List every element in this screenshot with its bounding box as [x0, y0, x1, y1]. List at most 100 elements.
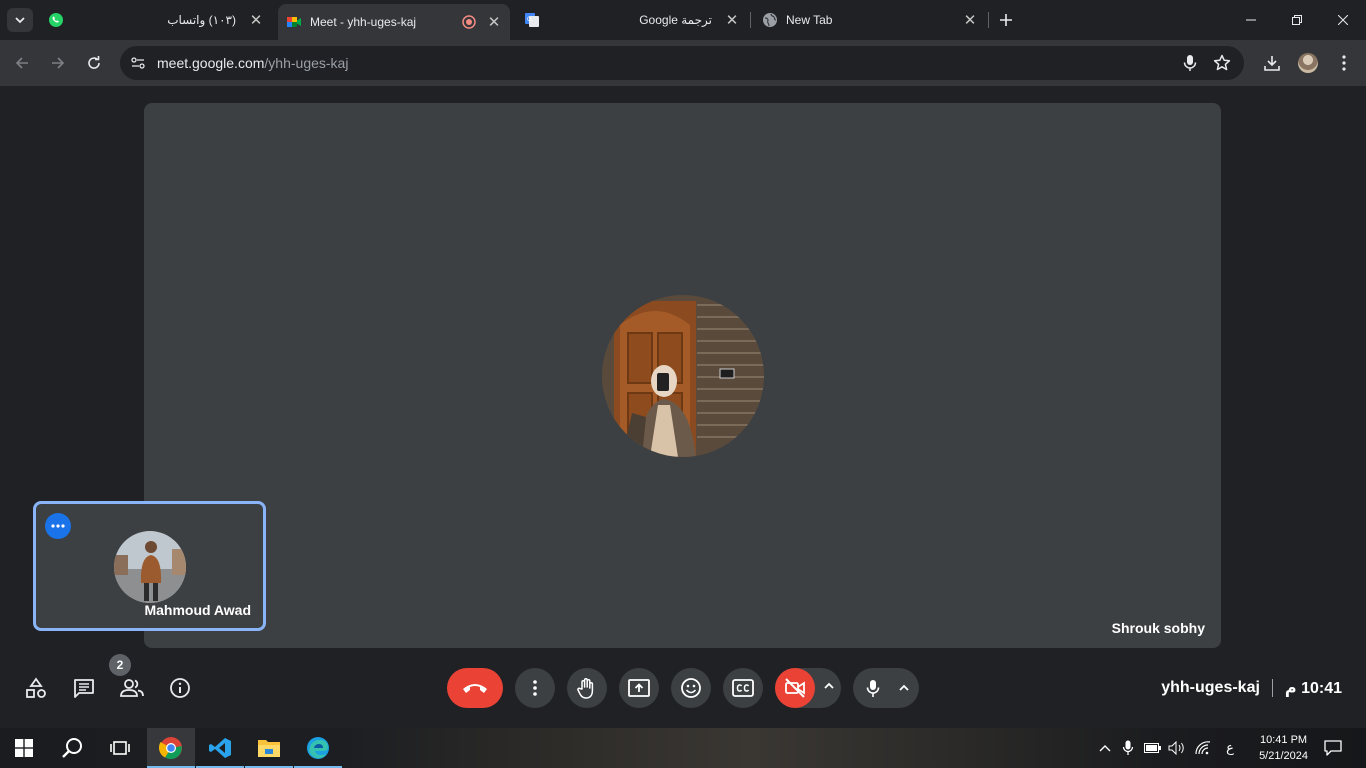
plus-icon [1000, 14, 1012, 26]
edge-icon [307, 737, 329, 759]
tab-separator [988, 12, 989, 28]
system-time: 10:41 PM [1259, 734, 1308, 746]
taskbar-vscode[interactable] [196, 728, 244, 768]
address-bar[interactable]: meet.google.com/yhh-uges-kaj [120, 46, 1244, 80]
search-button[interactable] [48, 728, 96, 768]
new-tab-button[interactable] [994, 8, 1018, 32]
system-date: 5/21/2024 [1259, 750, 1308, 762]
taskbar-chrome[interactable] [147, 728, 195, 768]
mic-options-button[interactable] [898, 682, 910, 694]
start-button[interactable] [0, 728, 48, 768]
menu-button[interactable] [1329, 48, 1359, 78]
wifi-icon [1195, 741, 1211, 755]
tray-volume[interactable] [1166, 728, 1188, 768]
closed-caption-icon [732, 679, 754, 697]
people-icon [120, 679, 144, 697]
meeting-details-button[interactable] [160, 668, 200, 708]
close-tab-button[interactable]: ✕ [722, 10, 742, 30]
minimize-icon [1246, 19, 1256, 21]
tab-meet[interactable]: Meet - yhh-uges-kaj ✕ [278, 4, 510, 40]
captions-button[interactable] [723, 668, 763, 708]
star-icon[interactable] [1213, 54, 1231, 72]
tab-new-tab[interactable]: New Tab ✕ [754, 4, 986, 36]
meeting-code: yhh-uges-kaj [1161, 679, 1260, 696]
camera-toggle-button[interactable] [775, 668, 815, 708]
mic-group [853, 668, 919, 708]
minimize-button[interactable] [1228, 0, 1274, 40]
close-tab-button[interactable]: ✕ [246, 10, 266, 30]
url-text: meet.google.com/yhh-uges-kaj [157, 55, 348, 71]
reload-button[interactable] [79, 48, 109, 78]
reload-icon [88, 56, 100, 69]
participant-name: Shrouk sobhy [1111, 620, 1205, 636]
browser-toolbar: meet.google.com/yhh-uges-kaj [0, 40, 1366, 86]
chrome-icon [159, 737, 182, 760]
svg-text:G: G [527, 17, 532, 23]
microphone-icon [1122, 740, 1134, 755]
google-meet-icon [286, 14, 302, 30]
shapes-icon [26, 677, 46, 698]
notifications-button[interactable] [1318, 728, 1348, 768]
more-vert-icon [1342, 55, 1346, 71]
raise-hand-button[interactable] [567, 668, 607, 708]
folder-icon [258, 740, 280, 757]
microphone-icon [866, 680, 880, 697]
taskbar-edge[interactable] [294, 728, 342, 768]
input-language[interactable]: ع [1220, 728, 1240, 768]
tray-battery[interactable] [1142, 728, 1164, 768]
restore-button[interactable] [1274, 0, 1320, 40]
windows-taskbar: ع 10:41 PM 5/21/2024 [0, 728, 1366, 768]
more-horiz-icon [51, 524, 65, 528]
battery-icon [1144, 743, 1161, 753]
tile-more-options-button[interactable] [45, 513, 71, 539]
participant-tile-main[interactable]: Shrouk sobhy [144, 103, 1221, 648]
chevron-up-icon [824, 682, 834, 689]
info-icon [170, 678, 190, 698]
vscode-icon [209, 738, 231, 758]
self-name: Mahmoud Awad [144, 602, 251, 618]
tab-search-button[interactable] [7, 8, 33, 32]
system-clock[interactable]: 10:41 PM 5/21/2024 [1259, 732, 1308, 764]
close-tab-button[interactable]: ✕ [960, 10, 980, 30]
arrow-right-icon [52, 57, 65, 69]
tab-google-translate[interactable]: G Google ترجمة ✕ [516, 4, 748, 36]
whatsapp-icon [48, 12, 64, 28]
meeting-clock: 10:41 م [1284, 680, 1342, 697]
forward-button[interactable] [43, 48, 73, 78]
close-tab-button[interactable]: ✕ [484, 12, 504, 32]
videocam-off-icon [785, 678, 805, 698]
mic-toggle-button[interactable] [865, 679, 881, 698]
downloads-button[interactable] [1257, 48, 1287, 78]
taskbar-file-explorer[interactable] [245, 728, 293, 768]
tray-network[interactable] [1192, 728, 1214, 768]
more-options-button[interactable] [515, 668, 555, 708]
profile-button[interactable] [1293, 48, 1323, 78]
chat-button[interactable] [64, 668, 104, 708]
activities-button[interactable] [16, 668, 56, 708]
reactions-button[interactable] [671, 668, 711, 708]
back-button[interactable] [7, 48, 37, 78]
download-icon [1264, 56, 1280, 71]
close-window-button[interactable] [1320, 0, 1366, 40]
participant-tile-self[interactable]: Mahmoud Awad [33, 501, 266, 631]
google-translate-icon: G [524, 12, 540, 28]
tab-title: Google ترجمة [639, 13, 712, 27]
camera-options-button[interactable] [823, 680, 835, 692]
tab-whatsapp[interactable]: (١٠٣) واتساب ✕ [40, 4, 272, 36]
divider [1271, 679, 1273, 697]
url-path: /yhh-uges-kaj [264, 55, 349, 71]
chevron-up-icon [899, 684, 909, 691]
tray-microphone[interactable] [1118, 728, 1138, 768]
hand-icon [577, 678, 594, 699]
windows-icon [15, 739, 33, 757]
more-vert-icon [533, 680, 537, 696]
present-screen-button[interactable] [619, 668, 659, 708]
tab-title: New Tab [786, 13, 833, 27]
microphone-icon[interactable] [1182, 54, 1198, 72]
search-icon [62, 738, 82, 758]
globe-icon [762, 12, 778, 28]
site-info-icon[interactable] [130, 55, 146, 71]
leave-call-button[interactable] [447, 668, 503, 708]
task-view-button[interactable] [96, 728, 144, 768]
show-hidden-icons-button[interactable] [1094, 728, 1116, 768]
